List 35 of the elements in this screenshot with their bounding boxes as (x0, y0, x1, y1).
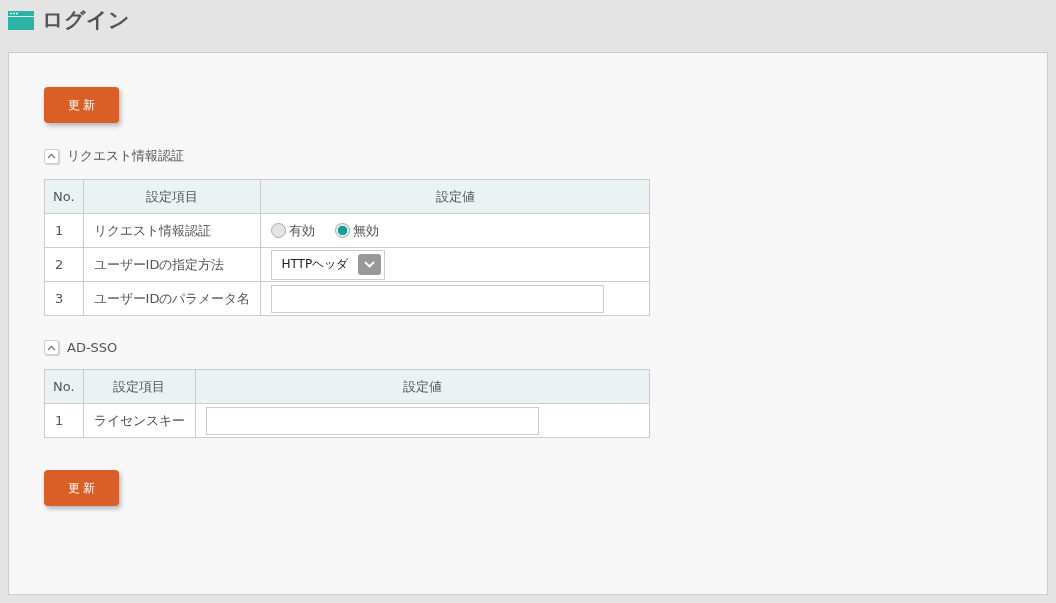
input-field[interactable] (205, 406, 539, 435)
section-title: AD-SSO (67, 340, 118, 355)
radio-button[interactable] (335, 223, 351, 238)
update-button[interactable]: 更 新 (44, 470, 119, 506)
window-icon (8, 10, 34, 30)
column-header: 設定項目 (83, 179, 261, 214)
column-header: No. (44, 369, 84, 404)
table-cell: 3 (44, 281, 84, 316)
chevron-up-icon (47, 153, 56, 159)
table-cell: リクエスト情報認証 (83, 213, 261, 248)
column-header: 設定値 (260, 179, 650, 214)
dropdown[interactable]: HTTPヘッダ (271, 249, 386, 280)
update-button[interactable]: 更 新 (44, 87, 119, 123)
table-cell: ユーザーIDの指定方法 (83, 247, 261, 282)
radio-button[interactable] (271, 223, 287, 238)
section-title: リクエスト情報認証 (67, 147, 184, 165)
table-cell: ユーザーIDのパラメータ名 (83, 281, 261, 316)
table-cell: 1 (44, 403, 84, 438)
collapse-toggle[interactable] (44, 148, 59, 164)
table-cell: 2 (44, 247, 84, 282)
column-header: 設定項目 (83, 369, 196, 404)
radio-label: 有効 (289, 221, 316, 240)
column-header: No. (44, 179, 84, 214)
dropdown-value: HTTPヘッダ (281, 256, 349, 273)
radio-option[interactable]: 無効 (335, 221, 380, 240)
table-cell: ライセンスキー (83, 403, 196, 438)
table-cell: 1 (44, 213, 84, 248)
radio-label: 無効 (353, 221, 380, 240)
input-field[interactable] (271, 284, 605, 313)
page-title: ログイン (42, 7, 130, 34)
column-header: 設定値 (195, 369, 650, 404)
chevron-up-icon (47, 344, 56, 351)
collapse-toggle[interactable] (44, 340, 59, 355)
caret-icon (358, 254, 382, 275)
radio-option[interactable]: 有効 (271, 221, 316, 240)
